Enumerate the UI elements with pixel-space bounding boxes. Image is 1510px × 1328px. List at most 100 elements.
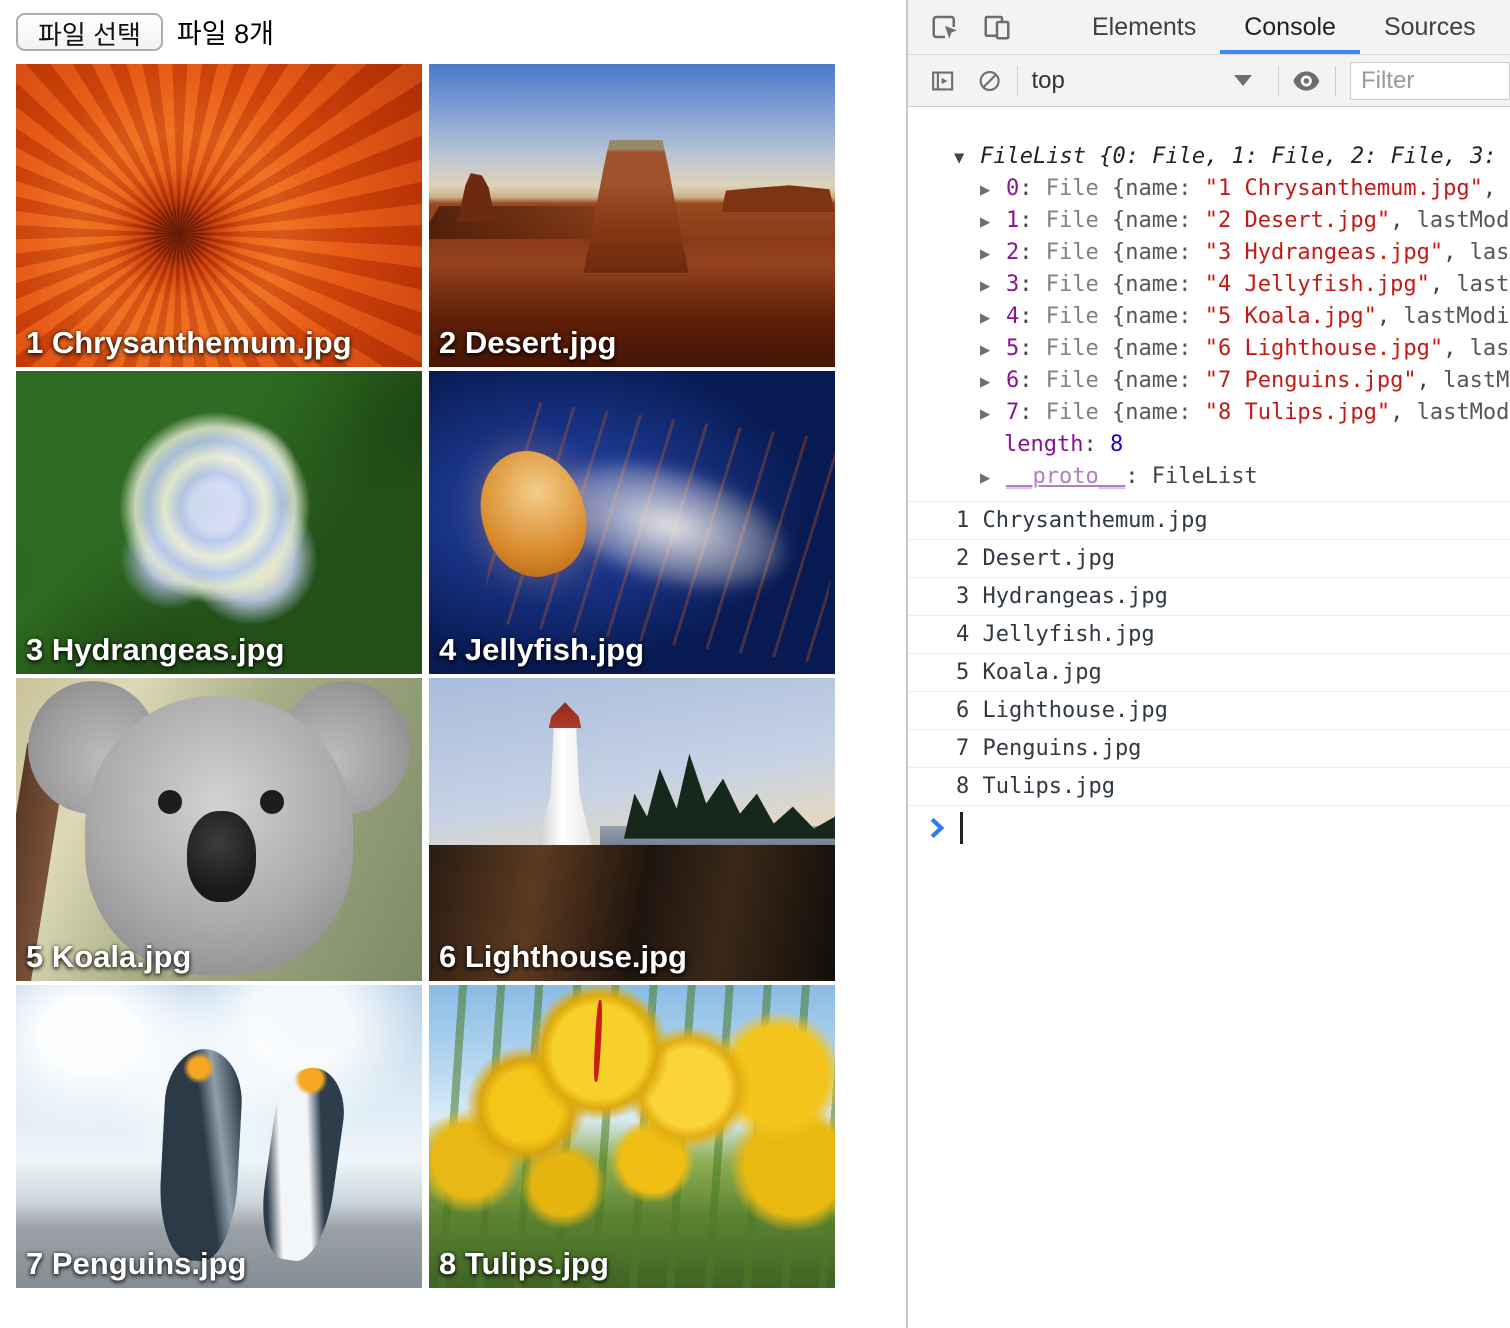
syntax: : [1178, 240, 1205, 265]
tab-console-label: Console [1244, 13, 1336, 42]
console-prompt-chevron-icon [928, 817, 946, 839]
devtools-panel: Elements Console Sources Ne top [906, 0, 1510, 1328]
image-label: 2 Desert.jpg [439, 325, 616, 361]
disclosure-closed-icon[interactable]: ▶ [980, 270, 1006, 301]
disclosure-closed-icon[interactable]: ▶ [980, 302, 1006, 333]
syntax: : [1019, 336, 1046, 361]
filelist-item-row[interactable]: ▶3: File {name: "4 Jellyfish.jpg", lastM… [908, 269, 1510, 301]
syntax: { [1099, 272, 1126, 297]
tab-network[interactable]: Ne [1500, 0, 1510, 54]
preview-key: name [1125, 304, 1178, 329]
tab-sources[interactable]: Sources [1360, 0, 1500, 54]
disclosure-closed-icon[interactable]: ▶ [980, 238, 1006, 269]
syntax: : [1178, 368, 1205, 393]
filelist-preview: FileList {0: File, 1: File, 2: File, 3: … [980, 144, 1510, 169]
lighthouse-lantern-shape [549, 702, 581, 728]
console-sidebar-icon[interactable] [930, 66, 955, 96]
string-value: "2 Desert.jpg" [1205, 208, 1390, 233]
proto-value: FileList [1152, 464, 1258, 489]
active-tab-underline [1220, 50, 1360, 54]
preview-key: name [1125, 208, 1178, 233]
console-filter-input[interactable] [1350, 62, 1510, 100]
image-label: 1 Chrysanthemum.jpg [26, 325, 352, 361]
syntax: : [1178, 208, 1205, 233]
tab-elements[interactable]: Elements [1068, 0, 1220, 54]
filelist-item-row[interactable]: ▶5: File {name: "6 Lighthouse.jpg", last… [908, 333, 1510, 365]
object-class: File [1046, 368, 1099, 393]
string-value: "6 Lighthouse.jpg" [1205, 336, 1443, 361]
image-label: 3 Hydrangeas.jpg [26, 632, 284, 668]
property-key: 0 [1006, 176, 1019, 201]
syntax: : [1083, 432, 1110, 457]
clear-console-icon[interactable] [977, 66, 1002, 96]
syntax: : [1019, 240, 1046, 265]
disclosure-closed-icon[interactable]: ▶ [980, 398, 1006, 429]
preview-key: name [1125, 400, 1178, 425]
object-class: File [1046, 240, 1099, 265]
preview-key: name [1125, 336, 1178, 361]
disclosure-closed-icon[interactable]: ▶ [980, 366, 1006, 397]
property-key: 4 [1006, 304, 1019, 329]
jellyfish-image: 4 Jellyfish.jpg [429, 371, 835, 674]
console-messages: ▼FileList {0: File, 1: File, 2: File, 3:… [908, 107, 1510, 850]
chevron-down-icon [1234, 75, 1252, 86]
lighthouse-image: 6 Lighthouse.jpg [429, 678, 835, 981]
string-value: "1 Chrysanthemum.jpg" [1205, 176, 1483, 201]
console-prompt[interactable] [908, 806, 1510, 850]
koala-image: 5 Koala.jpg [16, 678, 422, 981]
console-log-row: 5 Koala.jpg [908, 654, 1510, 692]
property-key: length [1004, 432, 1083, 457]
property-key: 1 [1006, 208, 1019, 233]
inspect-element-icon[interactable] [930, 12, 960, 42]
syntax: { [1099, 336, 1126, 361]
execution-context-selector[interactable]: top [1031, 67, 1257, 95]
penguin-shape [255, 1063, 350, 1265]
image-label: 6 Lighthouse.jpg [439, 939, 687, 975]
hydrangeas-image: 3 Hydrangeas.jpg [16, 371, 422, 674]
syntax: { [1099, 240, 1126, 265]
syntax: { [1099, 176, 1126, 201]
filelist-item-row[interactable]: ▶0: File {name: "1 Chrysanthemum.jpg", l… [908, 173, 1510, 205]
filelist-header-row[interactable]: ▼FileList {0: File, 1: File, 2: File, 3:… [908, 141, 1510, 173]
console-log-row: 4 Jellyfish.jpg [908, 616, 1510, 654]
filelist-item-row[interactable]: ▶6: File {name: "7 Penguins.jpg", lastMo… [908, 365, 1510, 397]
filelist-proto-row[interactable]: ▶__proto__: FileList [908, 461, 1510, 493]
console-log-row: 2 Desert.jpg [908, 540, 1510, 578]
device-toolbar-icon[interactable] [982, 12, 1012, 42]
image-label: 5 Koala.jpg [26, 939, 191, 975]
syntax: , [1430, 272, 1457, 297]
filelist-item-row[interactable]: ▶7: File {name: "8 Tulips.jpg", lastModi… [908, 397, 1510, 429]
property-key: 6 [1006, 368, 1019, 393]
disclosure-closed-icon[interactable]: ▶ [980, 334, 1006, 365]
property-key: 5 [1006, 336, 1019, 361]
tab-console[interactable]: Console [1220, 0, 1360, 54]
disclosure-closed-icon[interactable]: ▶ [980, 174, 1006, 205]
disclosure-closed-icon[interactable]: ▶ [980, 206, 1006, 237]
syntax: , [1390, 400, 1417, 425]
filelist-item-row[interactable]: ▶4: File {name: "5 Koala.jpg", lastModif… [908, 301, 1510, 333]
filelist-log-entry: ▼FileList {0: File, 1: File, 2: File, 3:… [908, 107, 1510, 502]
disclosure-closed-icon[interactable]: ▶ [980, 462, 1006, 493]
string-value: "5 Koala.jpg" [1205, 304, 1377, 329]
live-expression-eye-icon[interactable] [1292, 68, 1321, 94]
object-class: File [1046, 336, 1099, 361]
syntax: : [1178, 176, 1205, 201]
preview-key: lastModified [1403, 304, 1510, 329]
preview-key: lastModified [1417, 400, 1510, 425]
penguins-image: 7 Penguins.jpg [16, 985, 422, 1288]
filelist-item-row[interactable]: ▶1: File {name: "2 Desert.jpg", lastModi… [908, 205, 1510, 237]
text-caret [960, 812, 963, 844]
context-label: top [1031, 67, 1064, 95]
filelist-item-row[interactable]: ▶2: File {name: "3 Hydrangeas.jpg", last… [908, 237, 1510, 269]
filelist-length-row: length: 8 [908, 429, 1510, 461]
console-log-row: 6 Lighthouse.jpg [908, 692, 1510, 730]
disclosure-open-icon[interactable]: ▼ [954, 142, 980, 173]
string-value: "8 Tulips.jpg" [1205, 400, 1390, 425]
file-count-label: 파일 8개 [177, 12, 274, 51]
object-class: File [1046, 208, 1099, 233]
number-value: 8 [1110, 432, 1123, 457]
file-select-button[interactable]: 파일 선택 [16, 13, 163, 51]
syntax: { [1099, 368, 1126, 393]
file-input-row: 파일 선택 파일 8개 [16, 12, 274, 51]
lighthouse-trees-shape [624, 739, 835, 839]
